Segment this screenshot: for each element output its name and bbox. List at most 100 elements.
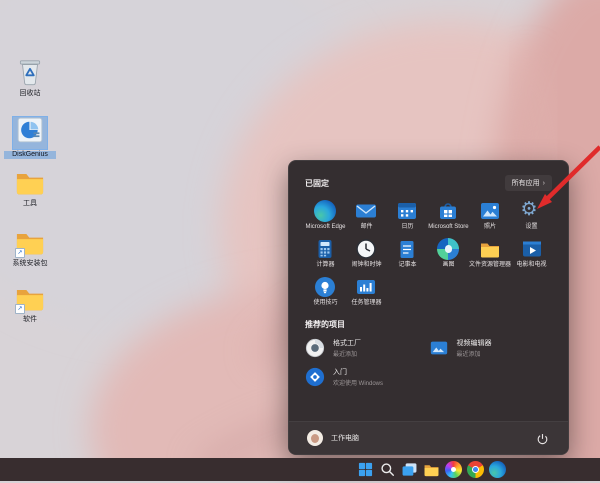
desktop-icon-label: 回收站 <box>19 90 41 97</box>
recommended-item-text: 入门欢迎使用 Windows <box>333 367 383 387</box>
recommended-item-video-editor[interactable]: 视频编辑器 最近添加 <box>429 338 553 358</box>
pinned-app-icon-wrap <box>355 276 377 298</box>
pinned-app-label: 闹钟和时钟 <box>351 262 382 268</box>
recommended-item-text: 视频编辑器 最近添加 <box>457 338 492 358</box>
calendar-icon <box>396 200 418 222</box>
taskbar-button-edge[interactable] <box>489 461 506 478</box>
pinned-app-clock[interactable]: 闹钟和时钟 <box>346 238 387 269</box>
pinned-app-store[interactable]: Microsoft Store <box>428 200 469 231</box>
recommended-items-grid: 格式工厂最近添加 视频编辑器 最近添加入门欢迎使用 Windows <box>305 338 552 387</box>
edge-icon <box>489 461 506 478</box>
pinned-app-icon-wrap <box>396 200 418 222</box>
pinned-app-icon-wrap <box>437 200 459 222</box>
clock-icon <box>355 238 377 260</box>
desktop-icon-disk-tool[interactable]: DiskGenius <box>4 116 56 159</box>
color-wheel-icon <box>445 461 462 478</box>
desktop-icon-art: ↗ <box>13 226 47 258</box>
pinned-app-label: 电影和电视 <box>516 262 547 268</box>
desktop-icon-folder-3[interactable]: ↗ 软件 <box>4 282 56 324</box>
pinned-app-label: 文件资源管理器 <box>468 262 511 268</box>
pinned-app-file-explorer[interactable]: 文件资源管理器 <box>469 238 511 269</box>
pinned-app-label: 记事本 <box>398 262 417 268</box>
pinned-app-movies-tv[interactable]: 电影和电视 <box>511 238 552 269</box>
disk-tool-icon <box>13 117 47 149</box>
power-button[interactable] <box>534 430 550 446</box>
recommended-item-subtitle: 最近添加 <box>333 352 358 358</box>
recommended-item-title: 入门 <box>333 369 347 376</box>
recommended-item-icon-wrap <box>429 338 449 358</box>
taskbar <box>0 458 600 481</box>
pinned-app-label: 照片 <box>483 224 496 230</box>
user-avatar[interactable] <box>307 430 323 446</box>
all-apps-button[interactable]: 所有应用 › <box>504 175 552 191</box>
pinned-app-icon-wrap <box>479 238 501 260</box>
shortcut-arrow-icon: ↗ <box>15 304 25 314</box>
recommended-item-format-factory[interactable]: 格式工厂 最近添加 <box>305 338 429 358</box>
recommended-item-title: 视频编辑器 <box>456 340 492 347</box>
recommended-item-subtitle: 欢迎使用 Windows <box>333 381 384 387</box>
calculator-icon <box>314 238 336 260</box>
taskbar-button-start[interactable] <box>357 461 374 478</box>
movies-tv-icon <box>521 238 543 260</box>
search-icon <box>379 461 396 478</box>
pinned-app-icon-wrap <box>355 200 377 222</box>
recommended-item-icon-wrap <box>305 367 325 387</box>
desktop-icon-art <box>13 56 47 88</box>
pinned-app-icon-wrap: ⚙ <box>521 200 543 222</box>
settings-icon: ⚙ <box>520 199 538 220</box>
pinned-apps-grid: Microsoft Edge 邮件 日历 Microsoft Store 照片 ⚙ 设置计算… <box>305 200 552 307</box>
recycle-bin-icon <box>13 56 47 88</box>
pinned-app-icon-wrap <box>355 238 377 260</box>
recommended-item-get-started[interactable]: 入门欢迎使用 Windows <box>305 367 429 387</box>
taskbar-button-search[interactable] <box>379 461 396 478</box>
pinned-app-edge[interactable]: Microsoft Edge <box>305 200 346 231</box>
pinned-app-label: 设置 <box>525 224 538 230</box>
pinned-app-notepad[interactable]: 记事本 <box>387 238 428 269</box>
file-explorer-icon <box>423 461 440 478</box>
pinned-app-label: 日历 <box>401 224 414 230</box>
pinned-app-calculator[interactable]: 计算器 <box>305 238 346 269</box>
start-menu-user-bar: 工作电脑 <box>289 421 568 454</box>
pinned-app-icon-wrap <box>437 238 460 260</box>
notepad-icon <box>396 238 418 260</box>
recommended-item-text: 格式工厂 最近添加 <box>333 338 361 358</box>
pinned-app-calendar[interactable]: 日历 <box>387 200 428 231</box>
task-view-icon <box>401 461 418 478</box>
desktop-icon-art: ↗ <box>13 282 47 314</box>
pinned-app-icon-wrap <box>479 200 501 222</box>
pinned-app-paint[interactable]: 画图 <box>428 238 469 269</box>
pinned-app-label: 邮件 <box>360 224 373 230</box>
shortcut-arrow-icon: ↗ <box>15 248 25 258</box>
taskbar-button-photos-legacy[interactable] <box>445 461 462 478</box>
pinned-app-mail[interactable]: 邮件 <box>346 200 387 231</box>
all-apps-label: 所有应用 <box>511 180 540 187</box>
pinned-app-icon-wrap <box>396 238 418 260</box>
pinned-app-photos[interactable]: 照片 <box>469 200 511 231</box>
pinned-app-icon-wrap <box>314 200 337 222</box>
tips-icon <box>314 276 336 298</box>
recommended-section-title: 推荐的项目 <box>305 320 345 329</box>
pinned-app-label: 使用技巧 <box>313 300 338 306</box>
pinned-app-settings[interactable]: ⚙ 设置 <box>511 200 552 231</box>
desktop-icon-art <box>13 166 47 198</box>
desktop-icon-label: 工具 <box>23 200 37 207</box>
mail-icon <box>355 200 377 222</box>
pinned-app-tips[interactable]: 使用技巧 <box>305 276 346 307</box>
taskbar-button-file-explorer[interactable] <box>423 461 440 478</box>
start-menu: 已固定 所有应用 › Microsoft Edge 邮件 日历 Microsoft S… <box>288 160 569 455</box>
desktop-icon-folder-2[interactable]: ↗ 系统安装包 <box>4 226 56 268</box>
pinned-app-task-manager[interactable]: 任务管理器 <box>346 276 387 307</box>
desktop-icon-label: 软件 <box>23 316 37 323</box>
video-editor-icon <box>429 338 449 358</box>
desktop-icon-recycle-bin[interactable]: 回收站 <box>4 56 56 98</box>
taskbar-button-task-view[interactable] <box>401 461 418 478</box>
windows-desktop: { "desktop": { "icons": [ {"key":"recycl… <box>0 0 600 481</box>
pinned-app-label: Microsoft Edge <box>305 224 346 230</box>
pinned-app-label: 计算器 <box>316 262 335 268</box>
photos-icon <box>479 200 501 222</box>
desktop-icon-label: DiskGenius <box>4 151 56 159</box>
recommended-item-title: 格式工厂 <box>333 340 361 347</box>
desktop-icon-folder-1[interactable]: 工具 <box>4 166 56 208</box>
taskbar-button-chrome[interactable] <box>467 461 484 478</box>
user-name[interactable]: 工作电脑 <box>331 433 359 443</box>
